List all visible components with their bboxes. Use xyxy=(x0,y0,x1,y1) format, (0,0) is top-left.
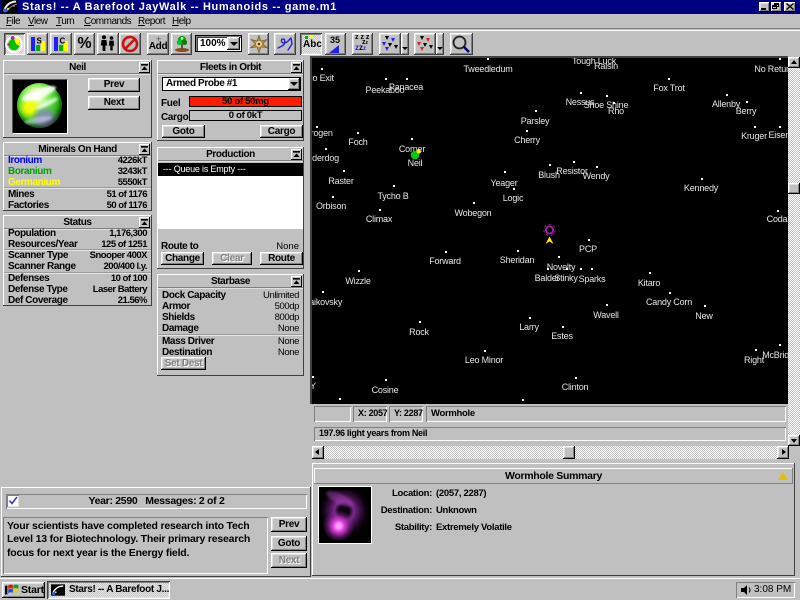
svg-text:S: S xyxy=(37,37,43,46)
svg-text:C: C xyxy=(60,37,66,46)
